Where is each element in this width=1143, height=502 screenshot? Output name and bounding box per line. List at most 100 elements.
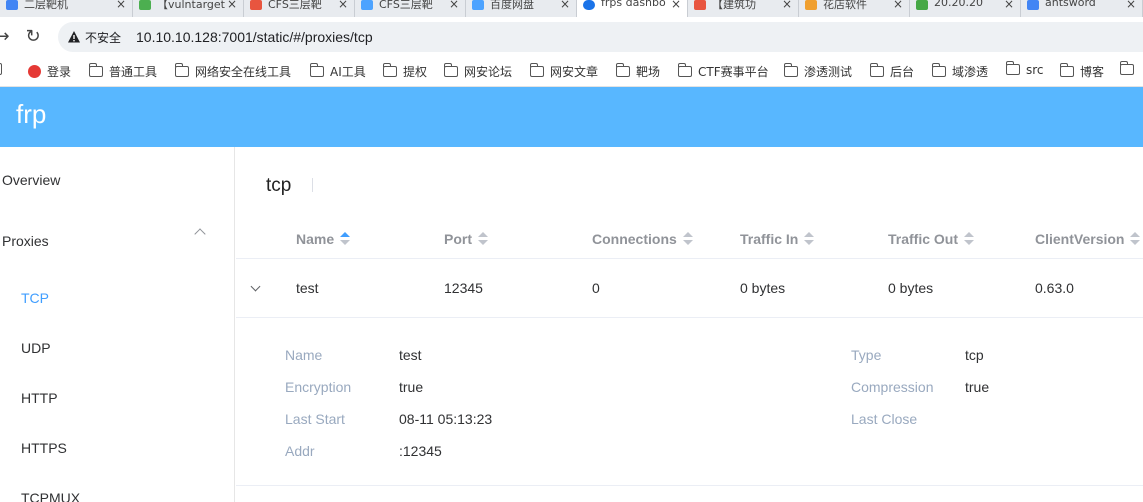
bookmarks-bar: 登录 普通工具 网络安全在线工具 AI工具 提权 网安论坛 网安文章 靶场 CT… [0,57,1143,87]
bookmark-folder[interactable]: 后台 [869,63,915,81]
sort-icon[interactable] [340,232,351,246]
insecure-label[interactable]: 不安全 [85,29,121,46]
title-divider [312,178,313,192]
bookmark-folder[interactable]: 靶场 [615,63,660,81]
sort-icon[interactable] [1130,232,1141,246]
detail-value-addr: :12345 [399,443,442,459]
browser-toolbar: → ↻ 不安全 10.10.10.128:7001/static/#/proxi… [0,17,1143,57]
column-header-traffic-in[interactable]: Traffic In [740,231,815,247]
folder-icon [174,63,189,77]
bookmark-label: 提权 [403,65,428,79]
search-icon [6,0,18,10]
bookmark-folder[interactable]: 网安论坛 [443,63,512,81]
bookmark-label: CTF赛事平台 [698,65,769,79]
sort-icon[interactable] [682,232,693,246]
warning-icon[interactable] [67,30,81,44]
search-icon [1027,0,1039,10]
sidebar-item-tcpmux[interactable]: TCPMUX [0,475,234,502]
bookmark-folder[interactable]: 网络安全在线工具 [174,63,291,81]
browser-tab[interactable]: 【建筑功 × [688,0,799,17]
sort-icon[interactable] [478,232,488,246]
folder-icon [931,63,946,77]
bookmark-folder[interactable]: 博客 [1059,63,1104,81]
bookmark-label: 登录 [47,65,72,79]
sidebar-item-https[interactable]: HTTPS [0,425,234,475]
bookmark-folder[interactable]: CTF赛事平台 [677,63,769,81]
column-label: Traffic Out [888,231,959,247]
browser-tab[interactable]: CFS三层靶 × [355,0,466,17]
browser-tab-active[interactable]: frps dashbo × [577,0,688,17]
sidebar-item-udp[interactable]: UDP [0,325,234,375]
folder-icon [783,63,798,77]
bookmark-folder[interactable]: AI工具 [309,63,366,81]
browser-tab[interactable]: CFS三层靶 × [244,0,355,17]
sidebar-item-label: TCPMUX [21,490,81,502]
folder-icon [443,63,458,77]
bookmark-login[interactable]: 登录 [28,63,71,81]
browser-tab[interactable]: 20.20.20 × [910,0,1021,17]
bookmark-folder[interactable]: 渗透测试 [783,63,853,81]
column-label: Port [444,231,472,247]
sort-icon[interactable] [964,232,975,246]
bookmark-label: 渗透测试 [804,65,853,79]
column-header-port[interactable]: Port [444,231,488,247]
bookmark-folder[interactable]: src [1005,61,1044,81]
column-header-client-version[interactable]: ClientVersion [1035,231,1141,247]
page-icon [694,0,706,10]
browser-tab[interactable]: 二层靶机 × [0,0,133,17]
bookmark-folder[interactable] [1119,61,1140,81]
detail-label-compression: Compression [851,379,934,395]
close-icon[interactable]: × [227,0,237,11]
page-icon [472,0,484,10]
browser-tab[interactable]: antsword × [1021,0,1143,17]
table-row[interactable]: test 12345 0 0 bytes 0 bytes 0.63.0 [236,259,1143,318]
tab-title: 百度网盘 [490,0,534,11]
close-icon[interactable]: × [116,0,126,11]
main-content: tcp Name Port Connections Traffic In Tra… [236,147,1143,502]
address-bar[interactable]: 不安全 10.10.10.128:7001/static/#/proxies/t… [58,22,1143,52]
close-icon[interactable]: × [1126,0,1136,11]
column-header-connections[interactable]: Connections [592,231,693,247]
browser-tab[interactable]: 花店软件 × [799,0,910,17]
tab-title: 二层靶机 [24,0,68,11]
tab-title: frps dashbo [601,0,666,9]
close-icon[interactable]: × [560,0,570,11]
sidebar-item-tcp[interactable]: TCP [0,275,234,325]
close-icon[interactable]: × [449,0,459,11]
bookmark-label: 后台 [890,65,915,79]
chevron-down-icon[interactable] [250,281,261,292]
column-label: ClientVersion [1035,231,1125,247]
bookmark-folder[interactable]: 普通工具 [88,63,157,81]
close-icon[interactable]: × [1004,0,1014,11]
column-header-name[interactable]: Name [296,231,351,247]
sidebar-item-proxies[interactable]: Proxies [0,214,234,270]
browser-tab[interactable]: 百度网盘 × [466,0,577,17]
close-icon[interactable]: × [782,0,792,11]
sort-icon[interactable] [804,232,815,246]
bookmark-overflow[interactable] [0,63,2,81]
bookmark-folder[interactable]: 提权 [382,63,428,81]
forward-icon[interactable]: → [0,25,14,49]
bookmark-folder[interactable]: 域渗透 [931,63,988,81]
page-icon [805,0,817,10]
browser-tab[interactable]: 【vulntarget × [133,0,244,17]
detail-label-type: Type [851,347,882,363]
detail-value-name: test [399,347,422,363]
sidebar-item-label: HTTP [21,390,58,406]
column-header-traffic-out[interactable]: Traffic Out [888,231,975,247]
close-icon[interactable]: × [338,0,348,11]
close-icon[interactable]: × [893,0,903,11]
detail-value-encryption: true [399,379,424,395]
bookmark-folder[interactable]: 网安文章 [529,63,598,81]
cell-port: 12345 [444,280,483,296]
folder-icon [869,63,884,77]
brand-logo[interactable]: frp [16,99,46,130]
close-icon[interactable]: × [671,0,681,11]
folder-icon [1119,61,1134,75]
page-icon [361,0,373,10]
sidebar-item-overview[interactable]: Overview [0,153,234,209]
url-text[interactable]: 10.10.10.128:7001/static/#/proxies/tcp [136,29,373,45]
reload-icon[interactable]: ↻ [21,25,45,49]
page-title: tcp [266,175,292,196]
sidebar-item-http[interactable]: HTTP [0,375,234,425]
